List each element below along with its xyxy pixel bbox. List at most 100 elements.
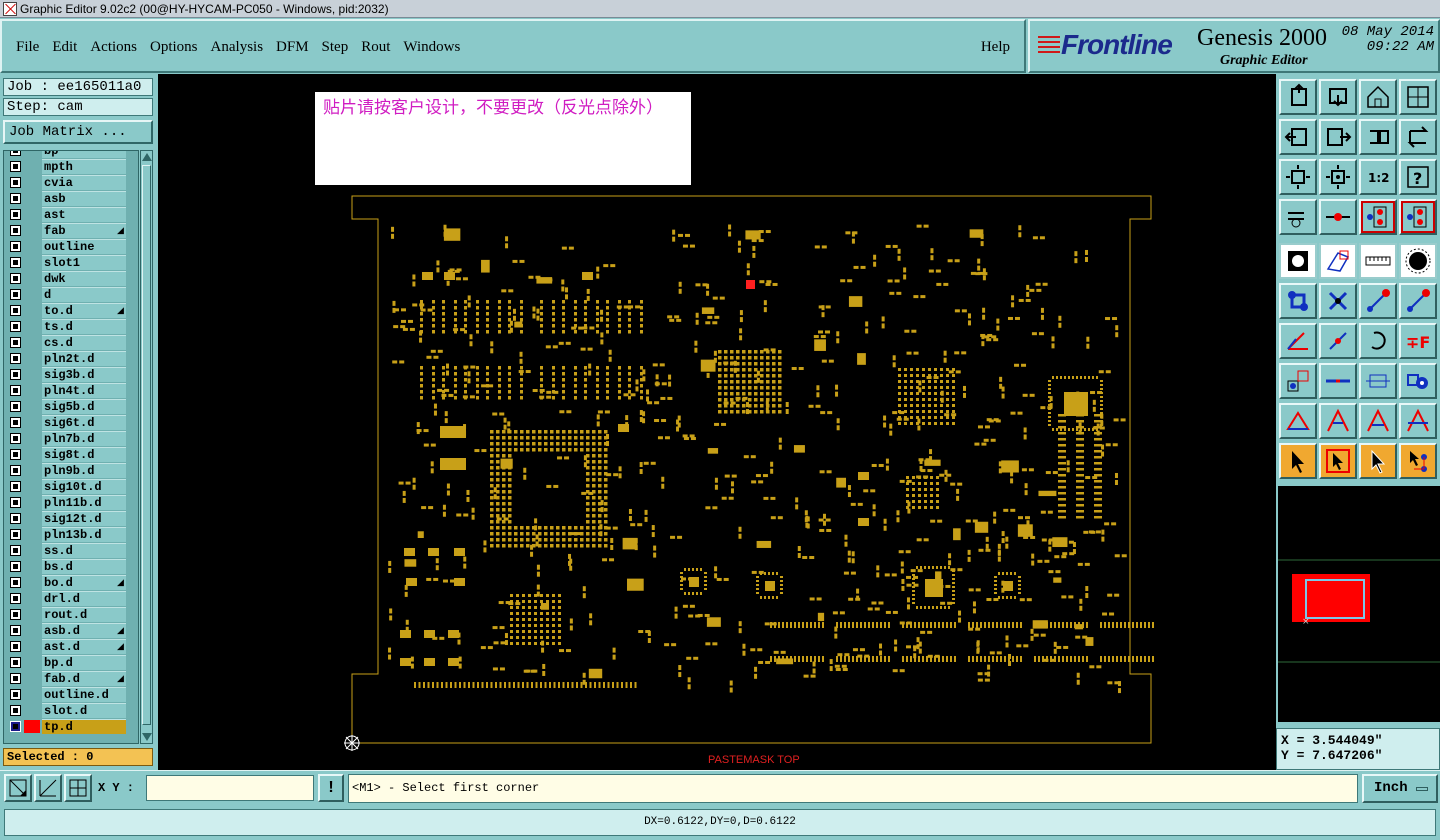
menu-dfm[interactable]: DFM xyxy=(276,39,309,56)
menu-actions[interactable]: Actions xyxy=(90,39,137,56)
layer-row[interactable]: sig6t.d xyxy=(4,415,138,431)
menu-edit[interactable]: Edit xyxy=(52,39,77,56)
layer-name[interactable]: outline.d xyxy=(42,687,126,702)
layer-row[interactable]: tp.d xyxy=(4,719,138,735)
layer-name[interactable]: ss.d xyxy=(42,543,126,558)
layer-name[interactable]: bp.d xyxy=(42,655,126,670)
pads-button[interactable] xyxy=(1399,363,1437,399)
measure-button[interactable] xyxy=(1279,199,1317,235)
layer-row[interactable]: bp.d xyxy=(4,655,138,671)
layer-name[interactable]: drl.d xyxy=(42,591,126,606)
layer-checkbox[interactable] xyxy=(10,151,21,156)
layer-row[interactable]: pln4t.d xyxy=(4,383,138,399)
layer-name[interactable]: sig8t.d xyxy=(42,447,126,462)
scroll-down-icon[interactable] xyxy=(142,733,152,741)
layer-row[interactable]: outline.d xyxy=(4,687,138,703)
unit-select[interactable]: Inch xyxy=(1362,774,1438,803)
pointer-button[interactable] xyxy=(1279,443,1317,479)
layer-checkbox[interactable] xyxy=(10,353,21,364)
layer-name[interactable]: sig5b.d xyxy=(42,399,126,414)
slash-button[interactable] xyxy=(1319,323,1357,359)
layer-checkbox[interactable] xyxy=(10,209,21,220)
menu-rout[interactable]: Rout xyxy=(361,39,390,56)
layer-checkbox[interactable] xyxy=(10,721,21,732)
menu-help[interactable]: Help xyxy=(981,39,1010,56)
layer-row[interactable]: sig12t.d xyxy=(4,511,138,527)
layer-row[interactable]: bo.d ◢ xyxy=(4,575,138,591)
layer-checkbox[interactable] xyxy=(10,241,21,252)
layer-row[interactable]: sig10t.d xyxy=(4,479,138,495)
scroll-thumb[interactable] xyxy=(142,165,151,725)
layer-row[interactable]: outline xyxy=(4,239,138,255)
layer-row[interactable]: cvia xyxy=(4,175,138,191)
zoom-area-button[interactable] xyxy=(4,774,32,802)
arc-button[interactable] xyxy=(1359,323,1397,359)
menu-file[interactable]: File xyxy=(16,39,39,56)
triangle-a-button[interactable] xyxy=(1319,403,1357,439)
home-button[interactable] xyxy=(1359,79,1397,115)
menu-analysis[interactable]: Analysis xyxy=(211,39,264,56)
layer-row[interactable]: dwk xyxy=(4,271,138,287)
layer-row[interactable]: bp xyxy=(4,151,138,159)
layer-name[interactable]: rout.d xyxy=(42,607,126,622)
cross-button[interactable] xyxy=(1319,283,1357,319)
layer-name[interactable]: sig3b.d xyxy=(42,367,126,382)
pan-right-button[interactable] xyxy=(1319,119,1357,155)
layer-checkbox[interactable] xyxy=(10,177,21,188)
layer-checkbox[interactable] xyxy=(10,289,21,300)
layer-checkbox[interactable] xyxy=(10,401,21,412)
layer-name[interactable]: tp.d xyxy=(42,719,126,734)
layer-checkbox[interactable] xyxy=(10,545,21,556)
xy-input[interactable] xyxy=(146,775,314,801)
layer-name[interactable]: asb xyxy=(42,191,126,206)
layer-checkbox[interactable] xyxy=(10,705,21,716)
layer-row[interactable]: pln2t.d xyxy=(4,351,138,367)
layer-name[interactable]: outline xyxy=(42,239,126,254)
layer-checkbox[interactable] xyxy=(10,305,21,316)
layer-checkbox[interactable] xyxy=(10,513,21,524)
layer-name[interactable]: bs.d xyxy=(42,559,126,574)
scroll-up-icon[interactable] xyxy=(142,153,152,161)
triangle-b-button[interactable] xyxy=(1359,403,1397,439)
layer-name[interactable]: slot1 xyxy=(42,255,126,270)
move-button[interactable] xyxy=(1319,79,1357,115)
layer-row[interactable]: fab ◢ xyxy=(4,223,138,239)
minimap[interactable]: × xyxy=(1278,486,1440,722)
layer-checkbox[interactable] xyxy=(10,369,21,380)
scale-button[interactable] xyxy=(1359,363,1397,399)
layer-row[interactable]: ts.d xyxy=(4,319,138,335)
layer-row[interactable]: fab.d ◢ xyxy=(4,671,138,687)
layer-row[interactable]: cs.d xyxy=(4,335,138,351)
layer-name[interactable]: cvia xyxy=(42,175,126,190)
layer-checkbox[interactable] xyxy=(10,385,21,396)
layer-checkbox[interactable] xyxy=(10,225,21,236)
layer-row[interactable]: sig3b.d xyxy=(4,367,138,383)
split-view-button[interactable] xyxy=(1399,79,1437,115)
ruler-button[interactable] xyxy=(1359,243,1397,279)
layer-name[interactable]: cs.d xyxy=(42,335,126,350)
layer-name[interactable]: sig12t.d xyxy=(42,511,126,526)
layer-row[interactable]: d xyxy=(4,287,138,303)
flip-button[interactable] xyxy=(1359,119,1397,155)
layer-row[interactable]: sig5b.d xyxy=(4,399,138,415)
cut-button[interactable] xyxy=(1319,363,1357,399)
edit-shape-button[interactable] xyxy=(1319,243,1357,279)
layer-checkbox[interactable] xyxy=(10,625,21,636)
line-blue-button[interactable] xyxy=(1399,283,1437,319)
layer-name[interactable]: bp xyxy=(42,151,126,158)
origin-button[interactable] xyxy=(1319,199,1357,235)
rotate-button[interactable] xyxy=(1399,119,1437,155)
layer-checkbox[interactable] xyxy=(10,529,21,540)
layer-checkbox[interactable] xyxy=(10,161,21,172)
net-red-button[interactable] xyxy=(1359,199,1397,235)
select-circle-button[interactable] xyxy=(1399,243,1437,279)
fill-button[interactable] xyxy=(1279,243,1317,279)
layer-row[interactable]: sig8t.d xyxy=(4,447,138,463)
layer-name[interactable]: ast xyxy=(42,207,126,222)
measure-button[interactable] xyxy=(34,774,62,802)
layer-row[interactable]: drl.d xyxy=(4,591,138,607)
ratio-button[interactable]: 1:2 xyxy=(1359,159,1397,195)
graphic-canvas[interactable]: 贴片请按客户设计，不要更改（反光点除外） PASTEMASK TOP xyxy=(158,74,1276,770)
layer-name[interactable]: to.d xyxy=(42,303,126,318)
triangle-c-button[interactable] xyxy=(1399,403,1437,439)
